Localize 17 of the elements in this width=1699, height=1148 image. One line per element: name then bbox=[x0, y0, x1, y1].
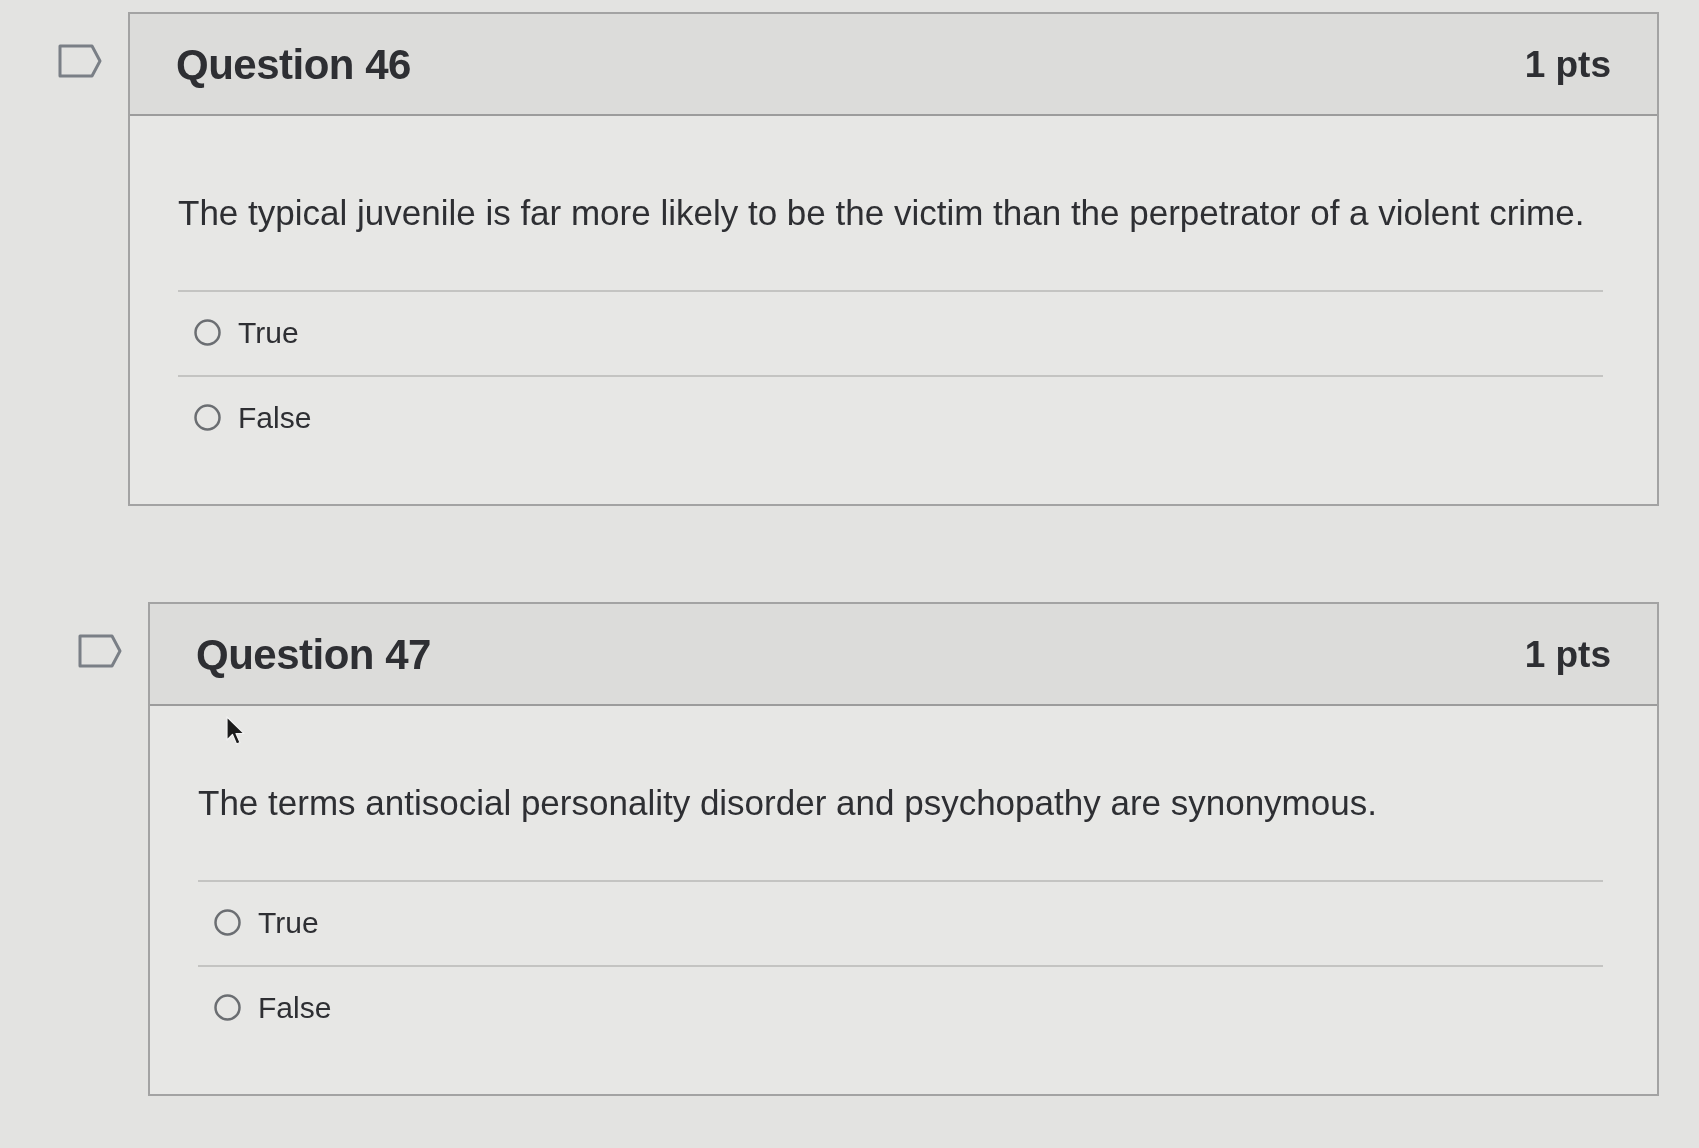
radio-button[interactable] bbox=[193, 318, 222, 348]
question-text: The terms antisocial personality disorder and psychopathy are synonymous. bbox=[198, 782, 1378, 825]
answer-label: False bbox=[258, 989, 332, 1026]
radio-button[interactable] bbox=[193, 403, 222, 433]
points-label: 1 pts bbox=[1524, 632, 1611, 677]
answer-label: False bbox=[238, 399, 312, 436]
question-title: Question 46 bbox=[176, 40, 411, 90]
points-label: 1 pts bbox=[1524, 43, 1611, 87]
tag-icon[interactable] bbox=[78, 633, 122, 668]
cursor-icon bbox=[226, 715, 246, 746]
question-title: Question 47 bbox=[196, 629, 431, 680]
radio-button[interactable] bbox=[213, 993, 242, 1023]
radio-button[interactable] bbox=[213, 908, 242, 938]
tag-icon[interactable] bbox=[58, 44, 102, 78]
answer-label: True bbox=[258, 904, 319, 941]
question-text: The typical juvenile is far more likely to be the victim than the perpetrator of a violent crime. bbox=[178, 192, 1586, 235]
answer-label: True bbox=[238, 314, 299, 351]
